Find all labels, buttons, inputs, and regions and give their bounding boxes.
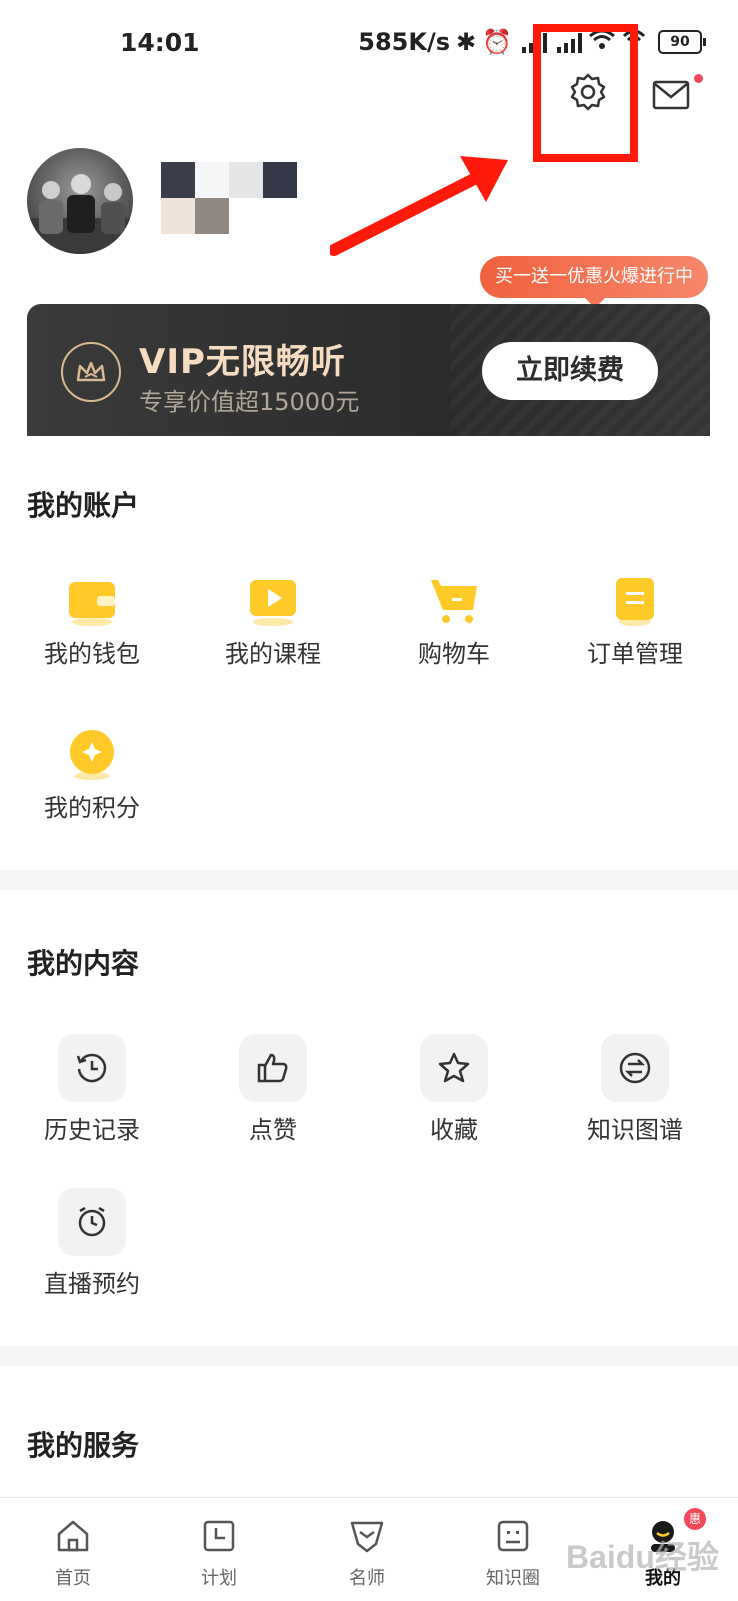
nav-teacher-label: 名师 xyxy=(349,1568,385,1589)
home-icon xyxy=(57,1520,89,1552)
points-icon xyxy=(70,730,114,780)
thumbs-up-icon xyxy=(257,1053,288,1083)
live-reservation-label: 直播预约 xyxy=(44,1270,140,1298)
history-icon xyxy=(76,1053,107,1083)
promo-bubble: 买一送一优惠火爆进行中 xyxy=(480,256,708,308)
history-label: 历史记录 xyxy=(44,1116,140,1144)
services-section-title: 我的服务 xyxy=(27,1429,140,1462)
annotation-arrow xyxy=(330,156,508,256)
renew-button[interactable]: 立即续费 xyxy=(482,342,658,400)
nav-home[interactable]: 首页 xyxy=(28,1518,118,1590)
section-divider-2 xyxy=(0,1346,738,1366)
nav-circle[interactable]: 知识圈 xyxy=(468,1518,558,1590)
order-label: 订单管理 xyxy=(587,640,683,668)
course-label: 我的课程 xyxy=(225,640,321,668)
cart-label: 购物车 xyxy=(418,640,490,668)
order-icon xyxy=(616,578,654,626)
status-indicators: 585K/s ✱ ⏰ 90 xyxy=(358,28,706,56)
plan-icon xyxy=(203,1520,235,1552)
cart-icon xyxy=(431,580,477,623)
live-reservation-icon-bg xyxy=(58,1188,126,1256)
vip-title: VIP无限畅听 xyxy=(139,342,346,382)
circle-icon xyxy=(497,1520,529,1552)
wallet-icon xyxy=(69,582,115,626)
favorite-label: 收藏 xyxy=(430,1116,478,1144)
nav-plan[interactable]: 计划 xyxy=(174,1518,264,1590)
nav-home-label: 首页 xyxy=(55,1568,91,1589)
favorite-icon-bg xyxy=(420,1034,488,1102)
nav-circle-label: 知识圈 xyxy=(486,1568,540,1589)
username-mosaic xyxy=(161,162,311,236)
star-icon xyxy=(438,1052,470,1083)
mail-icon[interactable] xyxy=(652,78,692,112)
nav-badge: 惠 xyxy=(684,1508,706,1530)
status-time: 14:01 xyxy=(120,28,200,57)
exchange-icon xyxy=(619,1052,651,1084)
like-icon-bg xyxy=(239,1034,307,1102)
points-label: 我的积分 xyxy=(44,794,140,822)
knowledge-graph-icon-bg xyxy=(601,1034,669,1102)
network-speed: 585K/s xyxy=(358,28,450,56)
account-section-title: 我的账户 xyxy=(27,489,140,522)
crown-icon xyxy=(61,342,121,402)
knowledge-graph-label: 知识图谱 xyxy=(587,1116,683,1144)
alarm-icon: ⏰ xyxy=(482,28,512,56)
avatar[interactable] xyxy=(27,148,133,254)
history-icon-bg xyxy=(58,1034,126,1102)
alarm-clock-icon xyxy=(78,1206,106,1237)
nav-plan-label: 计划 xyxy=(201,1568,237,1589)
like-label: 点赞 xyxy=(249,1116,297,1144)
watermark: Baidu经验 xyxy=(566,1539,719,1575)
content-section-title: 我的内容 xyxy=(27,947,140,980)
teacher-icon xyxy=(350,1521,384,1553)
vip-subtitle: 专享价值超15000元 xyxy=(139,388,360,416)
wallet-label: 我的钱包 xyxy=(44,640,140,668)
notification-dot xyxy=(694,74,703,83)
nav-teacher[interactable]: 名师 xyxy=(322,1518,412,1590)
battery-icon: 90 xyxy=(658,30,706,54)
vip-card[interactable]: VIP无限畅听 专享价值超15000元 立即续费 xyxy=(27,304,710,436)
course-icon xyxy=(250,580,296,626)
bluetooth-icon: ✱ xyxy=(456,28,477,56)
highlight-box xyxy=(533,24,638,162)
section-divider xyxy=(0,870,738,890)
